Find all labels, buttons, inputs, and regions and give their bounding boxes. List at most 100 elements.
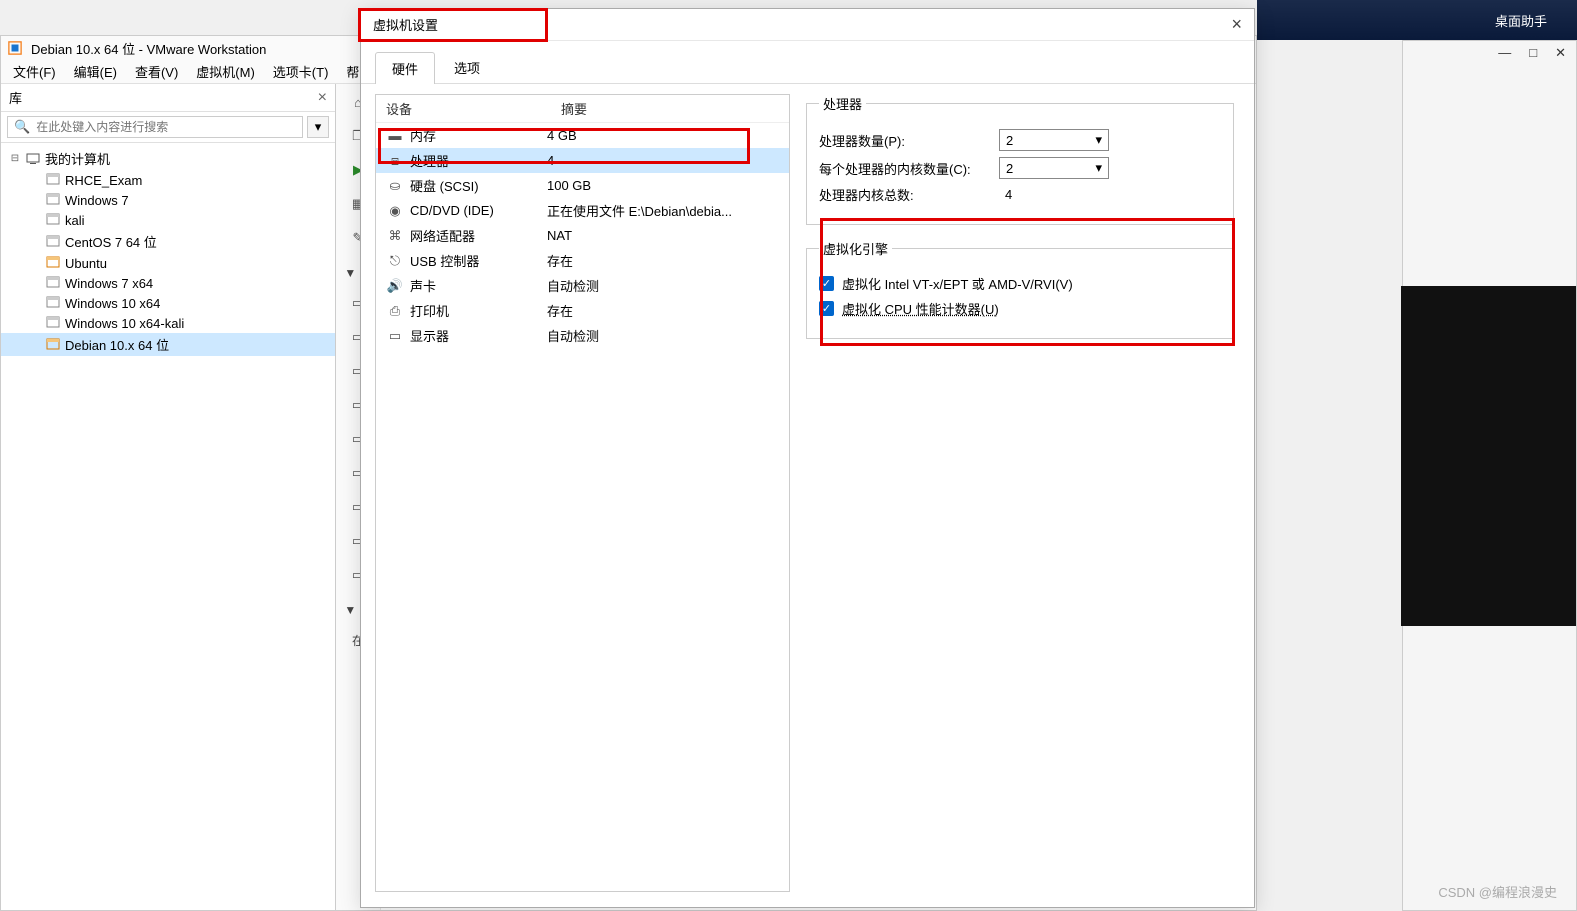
menu-tabs[interactable]: 选项卡(T)	[273, 62, 329, 81]
dialog-close-icon[interactable]: ×	[1231, 14, 1242, 35]
sound-icon: 🔊	[386, 277, 404, 295]
device-summary: 自动检测	[547, 326, 779, 345]
right-side-window: — □ ✕	[1402, 40, 1577, 911]
dialog-title: 虚拟机设置	[373, 15, 438, 34]
close-icon[interactable]: ✕	[1555, 45, 1566, 61]
device-summary: 4	[547, 153, 779, 168]
processor-legend: 处理器	[819, 94, 866, 113]
tree-item-label: RHCE_Exam	[65, 173, 142, 188]
memory-icon: ▬	[386, 127, 404, 145]
menu-help[interactable]: 帮	[346, 62, 359, 81]
computer-icon	[25, 151, 41, 167]
device-row[interactable]: ⧈处理器4	[376, 148, 789, 173]
col-device: 设备	[386, 99, 561, 118]
tree-item-label: CentOS 7 64 位	[65, 232, 157, 251]
tree-item-vm[interactable]: RHCE_Exam	[1, 170, 335, 190]
tree-item-vm[interactable]: Windows 7 x64	[1, 273, 335, 293]
proc-total-label: 处理器内核总数:	[819, 185, 999, 204]
device-name: 内存	[410, 126, 436, 145]
display-icon: ▭	[386, 327, 404, 345]
search-input-wrap[interactable]: 🔍	[7, 116, 303, 138]
tree-item-vm[interactable]: Windows 10 x64-kali	[1, 313, 335, 333]
helper-label: 桌面助手	[1495, 11, 1547, 30]
proc-count-select[interactable]: 2 ▾	[999, 129, 1109, 151]
device-name: 声卡	[410, 276, 436, 295]
menu-vm[interactable]: 虚拟机(M)	[196, 62, 255, 81]
tab-options[interactable]: 选项	[437, 51, 497, 83]
vm-icon	[45, 275, 61, 291]
tree-item-label: Ubuntu	[65, 256, 107, 271]
tree-item-vm[interactable]: Ubuntu	[1, 253, 335, 273]
library-title: 库	[9, 88, 22, 107]
search-input[interactable]	[36, 120, 296, 134]
maximize-icon[interactable]: □	[1529, 45, 1537, 61]
proc-cores-value: 2	[1006, 161, 1013, 176]
device-name: CD/DVD (IDE)	[410, 203, 494, 218]
device-row[interactable]: ⌘ 网络适配器 NAT	[376, 223, 789, 248]
vm-icon	[45, 295, 61, 311]
net-icon: ⌘	[386, 227, 404, 245]
device-row[interactable]: 🔊声卡自动检测	[376, 273, 789, 298]
usb-icon: ⎋	[386, 252, 404, 270]
device-row[interactable]: ▭显示器自动检测	[376, 323, 789, 348]
device-name: USB 控制器	[410, 251, 479, 270]
tree-item-label: Debian 10.x 64 位	[65, 335, 169, 354]
tree-item-vm[interactable]: Windows 10 x64	[1, 293, 335, 313]
tree-item-label: Windows 10 x64-kali	[65, 316, 184, 331]
tree-item-label: Windows 7	[65, 193, 129, 208]
proc-total-value: 4	[999, 187, 1109, 202]
dialog-tabs: 硬件 选项	[361, 47, 1254, 84]
proc-cores-label: 每个处理器的内核数量(C):	[819, 159, 999, 178]
chevron-down-icon: ▾	[1095, 132, 1102, 148]
menu-file[interactable]: 文件(F)	[13, 62, 56, 81]
device-summary: 100 GB	[547, 178, 779, 193]
menu-edit[interactable]: 编辑(E)	[74, 62, 117, 81]
device-row[interactable]: ⎋USB 控制器存在	[376, 248, 789, 273]
vm-icon	[45, 172, 61, 188]
tree-item-label: Windows 7 x64	[65, 276, 153, 291]
tree-item-vm[interactable]: CentOS 7 64 位	[1, 230, 335, 253]
tree-item-vm[interactable]: kali	[1, 210, 335, 230]
device-summary: NAT	[547, 228, 779, 243]
device-name: 处理器	[410, 151, 449, 170]
tree-item-vm[interactable]: Debian 10.x 64 位	[1, 333, 335, 356]
vm-icon	[45, 315, 61, 331]
search-dropdown-button[interactable]: ▾	[307, 116, 329, 138]
settings-right-panel: 处理器 处理器数量(P): 2 ▾ 每个处理器的内核数量(C): 2 ▾	[800, 94, 1240, 892]
cd-icon: ◉	[386, 202, 404, 220]
device-row[interactable]: ▬ 内存 4 GB	[376, 123, 789, 148]
device-panel: 设备 摘要 ▬内存4 GB⧈处理器4⛀硬盘 (SCSI)100 GB◉CD/DV…	[375, 94, 790, 892]
menu-view[interactable]: 查看(V)	[135, 62, 178, 81]
proc-cores-select[interactable]: 2 ▾	[999, 157, 1109, 179]
tab-hardware[interactable]: 硬件	[375, 52, 435, 84]
disk-icon: ⛀	[386, 177, 404, 195]
library-close-icon[interactable]: ×	[318, 89, 327, 107]
device-row[interactable]: ⛀ 硬盘 (SCSI) 100 GB	[376, 173, 789, 198]
watermark: CSDN @编程浪漫史	[1438, 882, 1557, 901]
device-name: 硬盘 (SCSI)	[410, 176, 479, 195]
vm-icon	[45, 255, 61, 271]
chevron-down-icon: ▾	[1095, 160, 1102, 176]
checkbox-cpu-perf[interactable]: ✓	[819, 301, 834, 316]
vm-tree: ⊟ 我的计算机 RHCE_Exam Windows 7 kali CentOS 7 6…	[1, 143, 335, 910]
window-title: Debian 10.x 64 位 - VMware Workstation	[31, 39, 266, 58]
device-summary: 存在	[547, 301, 779, 320]
device-row[interactable]: ◉CD/DVD (IDE)正在使用文件 E:\Debian\debia...	[376, 198, 789, 223]
minimize-icon[interactable]: —	[1498, 45, 1511, 61]
device-summary: 4 GB	[547, 128, 779, 143]
search-icon: 🔍	[14, 119, 30, 135]
vt-label: 虚拟化 Intel VT-x/EPT 或 AMD-V/RVI(V)	[842, 274, 1073, 293]
collapse-icon[interactable]: ⊟	[9, 153, 21, 164]
tree-item-vm[interactable]: Windows 7	[1, 190, 335, 210]
device-row[interactable]: ⎙打印机存在	[376, 298, 789, 323]
tree-root[interactable]: ⊟ 我的计算机	[1, 147, 335, 170]
col-summary: 摘要	[561, 99, 587, 118]
virtualization-group: 虚拟化引擎 ✓ 虚拟化 Intel VT-x/EPT 或 AMD-V/RVI(V…	[806, 239, 1234, 339]
checkbox-vt[interactable]: ✓	[819, 276, 834, 291]
tree-root-label: 我的计算机	[45, 149, 110, 168]
device-name: 网络适配器	[410, 226, 475, 245]
tree-item-label: Windows 10 x64	[65, 296, 160, 311]
proc-count-value: 2	[1006, 133, 1013, 148]
vm-icon	[45, 234, 61, 250]
app-icon	[7, 40, 23, 56]
